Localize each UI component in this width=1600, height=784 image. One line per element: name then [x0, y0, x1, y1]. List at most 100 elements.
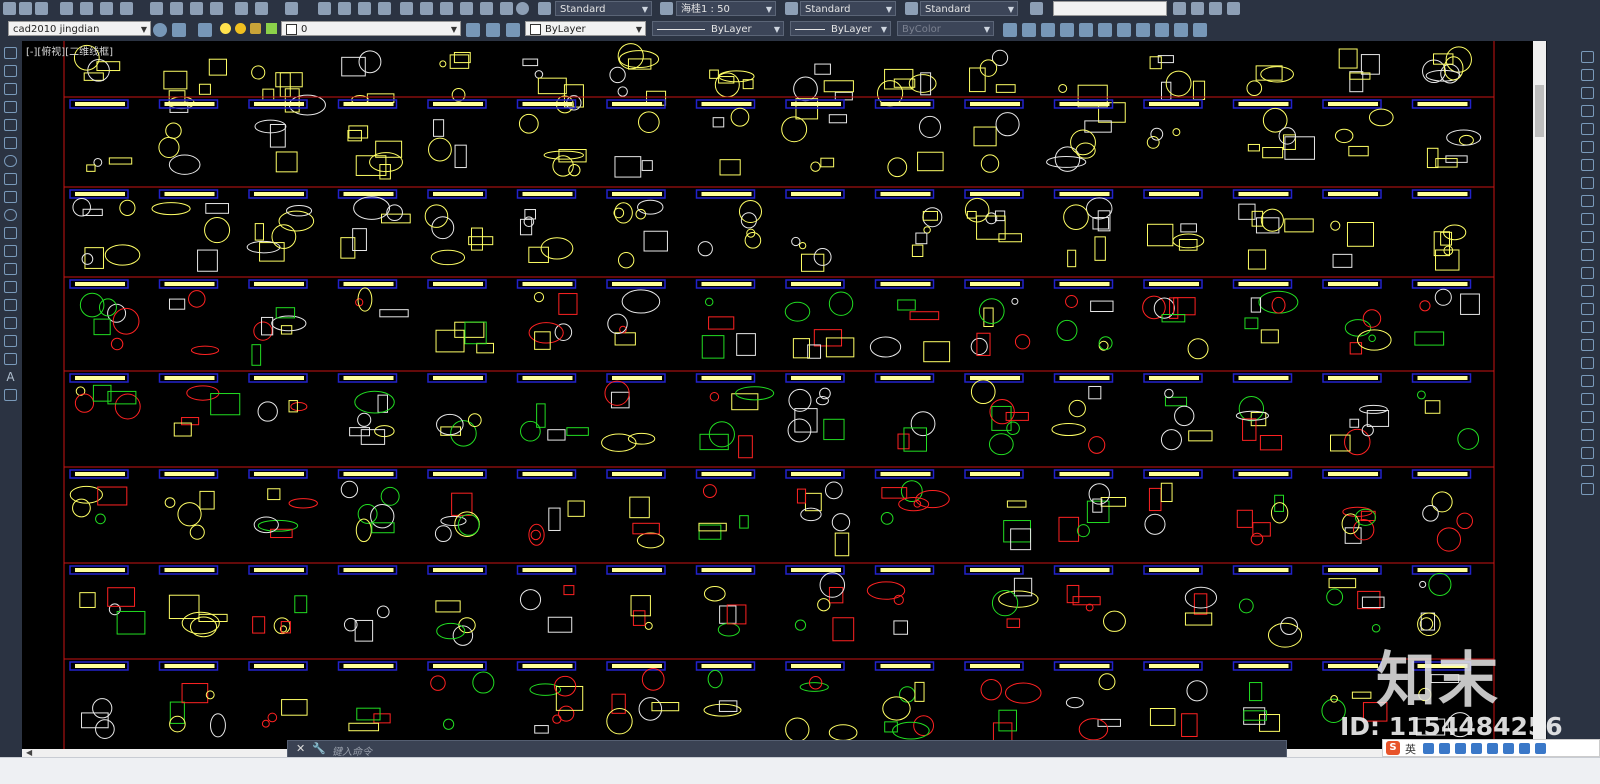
plot-preview-icon[interactable]: [80, 2, 93, 15]
design-center-icon[interactable]: [420, 2, 433, 15]
text-style-select[interactable]: Standard ▼: [555, 1, 652, 16]
camera-icon[interactable]: [1227, 2, 1240, 15]
model-space-canvas[interactable]: [-][俯视][二维线框]: [22, 41, 1533, 749]
zoom-previous-icon[interactable]: [378, 2, 391, 15]
send-to-back-icon[interactable]: [1581, 447, 1594, 459]
dimension-radius-icon[interactable]: [1060, 23, 1074, 37]
copy-icon[interactable]: [170, 2, 183, 15]
workspace-select[interactable]: cad2010 jingdian ▼: [8, 21, 151, 36]
add-selected-icon[interactable]: [4, 389, 17, 401]
vertical-scrollbar-thumb[interactable]: [1535, 85, 1544, 137]
line-icon[interactable]: [4, 47, 17, 59]
dimension-diameter-icon[interactable]: [1079, 23, 1093, 37]
array-icon[interactable]: [1581, 123, 1594, 135]
layer-plot-icon[interactable]: [266, 23, 277, 34]
draw-order-icon[interactable]: [1581, 411, 1594, 423]
multileader-style-icon[interactable]: [905, 2, 918, 15]
bring-to-front-icon[interactable]: [1581, 429, 1594, 441]
layer-on-bulb-icon[interactable]: [220, 23, 231, 34]
spline-icon[interactable]: [4, 191, 17, 203]
viewport-controls-label[interactable]: [-][俯视][二维线框]: [26, 43, 113, 58]
multileader-style-select[interactable]: Standard ▼: [920, 1, 1018, 16]
hatch-icon[interactable]: [4, 299, 17, 311]
rectangle-icon[interactable]: [4, 119, 17, 131]
ime-language-toggle[interactable]: 英: [1405, 741, 1416, 757]
quick-dimension-icon[interactable]: [1117, 23, 1131, 37]
annotation-scale-select[interactable]: 海桂1 : 50 ▼: [676, 1, 776, 16]
dimension-arc-icon[interactable]: [1041, 23, 1055, 37]
print-icon[interactable]: [60, 2, 73, 15]
customize-icon[interactable]: [172, 23, 186, 37]
tool-palettes-icon[interactable]: [440, 2, 453, 15]
layer-unlock-icon[interactable]: [250, 23, 261, 34]
ime-user-icon[interactable]: [1519, 743, 1530, 754]
mirror-icon[interactable]: [1581, 87, 1594, 99]
construction-line-icon[interactable]: [4, 65, 17, 77]
render-icon[interactable]: [1173, 2, 1186, 15]
dimension-angular-icon[interactable]: [1098, 23, 1112, 37]
redo-icon[interactable]: [285, 2, 298, 15]
layer-properties-icon[interactable]: [198, 23, 212, 37]
text-to-front-icon[interactable]: [1581, 465, 1594, 477]
ime-keyboard-icon[interactable]: [1471, 743, 1482, 754]
linetype-select[interactable]: ByLayer ▼: [652, 21, 784, 36]
quickcalc-icon[interactable]: [500, 2, 513, 15]
plot-style-select[interactable]: ByColor ▼: [897, 21, 994, 36]
baseline-dimension-icon[interactable]: [1136, 23, 1150, 37]
layer-states-icon[interactable]: [506, 23, 520, 37]
tolerance-icon[interactable]: [1193, 23, 1207, 37]
workspace-settings-gear-icon[interactable]: [153, 23, 167, 37]
pan-icon[interactable]: [318, 2, 331, 15]
rotate-icon[interactable]: [1581, 159, 1594, 171]
join-icon[interactable]: [1581, 285, 1594, 297]
scroll-left-arrow-icon[interactable]: ◀: [26, 749, 32, 757]
match-properties-icon[interactable]: [210, 2, 223, 15]
break-at-point-icon[interactable]: [1581, 249, 1594, 261]
save-icon[interactable]: [35, 2, 48, 15]
break-icon[interactable]: [1581, 267, 1594, 279]
command-line[interactable]: ✕ 🔧 键入命令: [287, 740, 1287, 758]
extend-icon[interactable]: [1581, 231, 1594, 243]
revision-cloud-icon[interactable]: [4, 173, 17, 185]
layer-select[interactable]: 0 ▼: [281, 21, 461, 36]
ellipse-arc-icon[interactable]: [4, 227, 17, 239]
zoom-window-icon[interactable]: [358, 2, 371, 15]
vertical-scrollbar[interactable]: [1533, 41, 1546, 757]
ellipse-icon[interactable]: [4, 209, 17, 221]
block-editor-icon[interactable]: [235, 2, 248, 15]
dimension-linear-icon[interactable]: [1003, 23, 1017, 37]
ungroup-icon[interactable]: [1581, 393, 1594, 405]
markup-icon[interactable]: [480, 2, 493, 15]
chamfer-icon[interactable]: [1581, 303, 1594, 315]
scale-icon[interactable]: [1581, 177, 1594, 189]
3d-print-icon[interactable]: [120, 2, 133, 15]
make-current-layer-icon[interactable]: [466, 23, 480, 37]
lights-icon[interactable]: [1209, 2, 1222, 15]
offset-icon[interactable]: [1581, 105, 1594, 117]
make-block-icon[interactable]: [4, 263, 17, 275]
layer-previous-icon[interactable]: [486, 23, 500, 37]
table-icon[interactable]: [4, 353, 17, 365]
polyline-icon[interactable]: [4, 83, 17, 95]
ime-toolbox-icon[interactable]: [1503, 743, 1514, 754]
ime-settings-icon[interactable]: [1535, 743, 1546, 754]
properties-icon[interactable]: [400, 2, 413, 15]
region-icon[interactable]: [4, 335, 17, 347]
materials-icon[interactable]: [1191, 2, 1204, 15]
open-file-icon[interactable]: [19, 2, 32, 15]
erase-icon[interactable]: [1581, 51, 1594, 63]
ime-voice-icon[interactable]: [1455, 743, 1466, 754]
leader-icon[interactable]: [1174, 23, 1188, 37]
help-icon[interactable]: [516, 2, 529, 15]
copy-object-icon[interactable]: [1581, 69, 1594, 81]
new-file-icon[interactable]: [3, 2, 16, 15]
gradient-icon[interactable]: [4, 317, 17, 329]
continue-dimension-icon[interactable]: [1155, 23, 1169, 37]
group-icon[interactable]: [1581, 375, 1594, 387]
circle-icon[interactable]: [4, 155, 17, 167]
point-icon[interactable]: [4, 281, 17, 293]
stretch-icon[interactable]: [1581, 195, 1594, 207]
trim-icon[interactable]: [1581, 213, 1594, 225]
dimension-aligned-icon[interactable]: [1022, 23, 1036, 37]
layer-thaw-sun-icon[interactable]: [235, 23, 246, 34]
